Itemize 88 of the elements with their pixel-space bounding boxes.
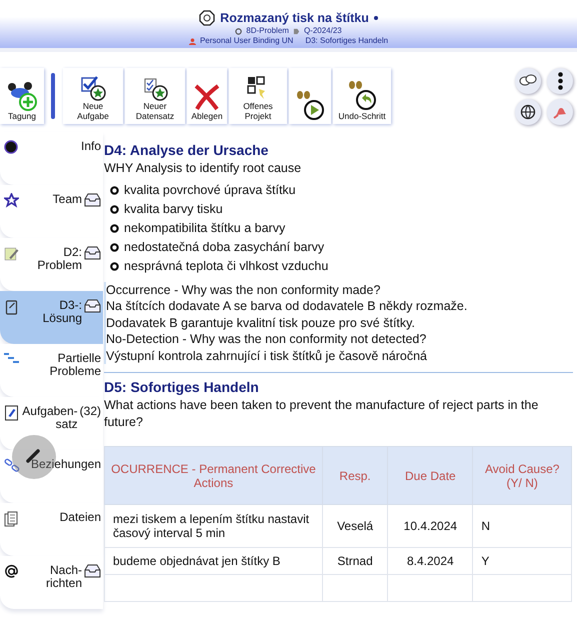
toolbar-separator: [51, 73, 55, 119]
help-button[interactable]: [515, 68, 541, 94]
sidebar-item[interactable]: Dateien: [0, 503, 103, 556]
clipboard-icon: [4, 299, 19, 315]
notification-button[interactable]: [547, 99, 573, 125]
bullet-icon: [110, 204, 119, 214]
cause-item: nesprávná teplota či vlhkost vzduchu: [124, 258, 328, 274]
stairs-icon: [4, 352, 19, 364]
sidebar-item[interactable]: Info: [0, 132, 103, 185]
table-cell: N: [472, 504, 572, 548]
badge-8d-icon: [199, 10, 216, 26]
sidebar-label: D2: Problem: [36, 246, 82, 272]
more-icon: [558, 72, 562, 90]
toolbar-button[interactable]: Neue Aufgabe: [63, 68, 123, 124]
toolbar-button[interactable]: [289, 68, 331, 124]
status-dot-icon: [374, 16, 378, 20]
table-cell: mezi tiskem a lepením štítku nastavit časový interval 5 min: [104, 504, 322, 548]
star-icon: [4, 193, 19, 208]
bullet-icon: [110, 262, 119, 270]
section-heading: D5: Sofortiges Handeln: [104, 379, 260, 395]
footprints-play-icon: [294, 89, 326, 121]
sidebar-item[interactable]: Aufgaben-satz (32): [0, 397, 103, 450]
sidebar-item[interactable]: Beziehungen: [0, 450, 103, 503]
sidebar-label: Partielle Probleme: [48, 352, 101, 378]
task-sheet-icon: [4, 405, 19, 421]
user-icon: [188, 38, 196, 44]
table-cell: Strnad: [322, 548, 388, 574]
meeting-icon: [6, 81, 38, 111]
sidebar-label: Team: [52, 193, 82, 206]
checkbox-star-icon: [80, 75, 106, 101]
column-header: Due Date: [388, 446, 473, 504]
column-header: Resp.: [322, 446, 388, 504]
record-number: Q-2024/23: [304, 26, 342, 36]
note-pencil-icon: [4, 246, 19, 261]
bullet-icon: [110, 224, 119, 232]
cause-item: nekompatibilita štítku a barvy: [124, 220, 286, 236]
section-question: What actions have been taken to prevent the manufacture of reject parts in the future?: [104, 397, 540, 430]
toolbar-button[interactable]: Undo-Schritt: [333, 68, 391, 124]
sidebar-item[interactable]: Nach-richten: [0, 556, 103, 609]
cause-item: kvalita povrchové úprava štítku: [124, 182, 296, 198]
toolbar-button[interactable]: Tagung: [0, 68, 44, 124]
current-step: D3: Sofortiges Handeln: [305, 36, 388, 46]
cause-item: nedostatečná doba zasychání barvy: [124, 238, 324, 256]
sidebar-label: Dateien: [58, 511, 101, 524]
cross-icon: [193, 83, 221, 111]
sidebar-label: Info: [80, 140, 101, 153]
sidebar-label: Nach-richten: [44, 564, 82, 590]
bullet-icon: [110, 242, 119, 252]
analysis-line: Occurrence - Why was the non conformity made?: [106, 282, 382, 298]
menu-button[interactable]: [547, 68, 573, 94]
analysis-line: Dodavatek B garantuje kvalitní tisk pouze pro své štítky.: [106, 314, 416, 331]
item-count: (32): [80, 405, 101, 418]
sidebar-label: Aufgaben-satz: [21, 405, 78, 431]
bullet-icon: [110, 186, 119, 194]
sidebar-item[interactable]: D3-: Lösung: [0, 291, 103, 344]
sidebar-item[interactable]: Team: [0, 185, 103, 238]
speech-bubbles-icon: [519, 74, 537, 88]
documents-icon: [4, 511, 19, 527]
footprints-undo-icon: [346, 79, 378, 111]
section-heading: D4: Analyse der Ursache: [104, 142, 270, 158]
dot-icon: [4, 140, 18, 154]
user-name: Personal User Binding UN: [200, 36, 294, 46]
record-type: 8D-Problem: [246, 26, 289, 36]
language-button[interactable]: [515, 99, 541, 125]
toolbar-button[interactable]: Neuer Datensatz: [125, 68, 185, 124]
at-sign-icon: [4, 564, 19, 579]
table-cell: Veselá: [322, 504, 388, 548]
sidebar-item[interactable]: Partielle Probleme: [0, 344, 103, 397]
analysis-line: Výstupní kontrola zahrnující i tisk štítků je časově náročná: [106, 348, 428, 364]
sidebar-label: Beziehungen: [30, 458, 101, 471]
column-header: OCURRENCE - Permanent Corrective Actions: [104, 446, 322, 504]
sidebar-label: D3-: Lösung: [42, 299, 82, 325]
cause-item: kvalita barvy tisku: [124, 200, 223, 218]
tag-icon: [292, 28, 300, 34]
chain-link-icon: [4, 458, 20, 472]
toolbar-button[interactable]: Ablegen: [187, 68, 227, 124]
table-cell: Y: [472, 548, 572, 574]
record-title: Rozmazaný tisk na štítku: [220, 11, 369, 25]
analysis-line: No-Detection - Why was the non conformity not detected?: [106, 331, 428, 348]
column-header: Avoid Cause? (Y/ N): [472, 446, 572, 504]
globe-icon: [520, 104, 536, 120]
table-cell: 8.4.2024: [388, 548, 473, 574]
section-intro: WHY Analysis to identify root cause: [104, 160, 302, 176]
table-cell: 10.4.2024: [388, 504, 473, 548]
analysis-line: Na štítcích dodavate A se barva od dodavatele B někdy rozmaže.: [106, 298, 468, 314]
sidebar-item[interactable]: D2: Problem: [0, 238, 103, 291]
toolbar-button[interactable]: Offenes Projekt: [229, 68, 287, 124]
table-cell: budeme objednávat jen štítky B: [104, 548, 322, 574]
